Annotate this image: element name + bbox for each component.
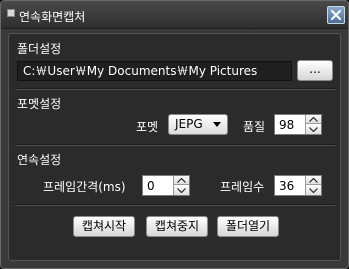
divider (15, 88, 335, 90)
divider (15, 204, 335, 206)
title-bar[interactable]: 연속화면캡처 (1, 1, 348, 29)
chevron-down-icon (213, 122, 221, 127)
folder-path-field[interactable]: C:￦User￦My Documents￦My Pictures (17, 61, 292, 81)
interval-label: 프레임간격(ms) (43, 180, 126, 194)
frames-up-button[interactable] (306, 176, 321, 185)
browse-button[interactable]: ... (297, 60, 333, 81)
format-section-title: 포멧설정 (17, 97, 62, 111)
arrow-up-icon (177, 178, 186, 183)
format-label: 포멧 (136, 120, 159, 134)
interval-value[interactable]: 0 (147, 177, 155, 195)
format-value: JEPG (175, 117, 203, 131)
stop-capture-button[interactable]: 캡쳐중지 (146, 216, 208, 237)
arrow-down-icon (309, 127, 318, 132)
frames-down-button[interactable] (306, 186, 321, 195)
close-button[interactable] (327, 6, 345, 24)
quality-up-button[interactable] (306, 115, 321, 124)
arrow-down-icon (177, 188, 186, 193)
close-icon (331, 10, 341, 20)
format-dropdown[interactable]: JEPG (168, 114, 228, 135)
frames-value[interactable]: 36 (279, 177, 294, 195)
interval-spinner[interactable]: 0 (142, 175, 190, 196)
arrow-up-icon (309, 178, 318, 183)
divider (15, 144, 335, 146)
interval-up-button[interactable] (174, 176, 189, 185)
quality-label: 품질 (243, 120, 266, 134)
open-folder-button[interactable]: 폴더열기 (217, 216, 279, 237)
app-icon (7, 9, 15, 17)
continuous-section-title: 연속설정 (17, 153, 62, 167)
interval-down-button[interactable] (174, 186, 189, 195)
frames-label: 프레임수 (220, 180, 265, 194)
quality-spinner-arrows (305, 115, 321, 134)
arrow-up-icon (309, 117, 318, 122)
interval-spinner-arrows (173, 176, 189, 195)
frames-spinner-arrows (305, 176, 321, 195)
arrow-down-icon (309, 188, 318, 193)
window-title: 연속화면캡처 (19, 10, 86, 24)
quality-down-button[interactable] (306, 125, 321, 134)
capture-dialog: 연속화면캡처 폴더설정 C:￦User￦My Documents￦My Pict… (0, 0, 349, 269)
frames-spinner[interactable]: 36 (274, 175, 322, 196)
start-capture-button[interactable]: 캡쳐시작 (73, 216, 135, 237)
quality-spinner[interactable]: 98 (274, 114, 322, 135)
settings-panel: 폴더설정 C:￦User￦My Documents￦My Pictures ..… (8, 33, 341, 261)
folder-section-title: 폴더설정 (17, 42, 62, 56)
quality-value[interactable]: 98 (279, 116, 294, 134)
